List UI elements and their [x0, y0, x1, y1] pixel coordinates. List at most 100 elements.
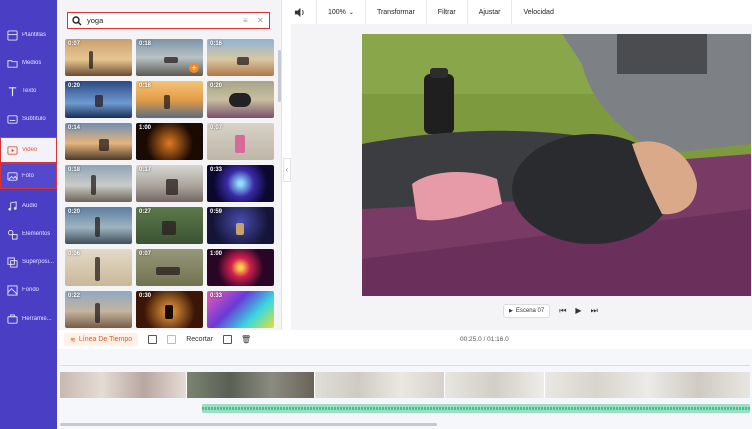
video-thumbnail[interactable]: 0:27 — [136, 207, 203, 244]
music-icon — [6, 200, 18, 212]
template-icon — [6, 29, 18, 41]
video-thumbnail[interactable]: 0:16 — [207, 39, 274, 76]
adjust-button[interactable]: Ajustar — [468, 0, 513, 24]
close-icon[interactable]: ✕ — [257, 16, 265, 25]
player-controls: ▶ Escena 07 ⏮ ▶ ⏭ — [503, 303, 625, 318]
crop-button[interactable]: Recortar — [186, 336, 213, 343]
panel-scrollbar[interactable] — [278, 50, 281, 102]
video-thumbnail[interactable]: 0:16 — [136, 81, 203, 118]
photo-icon — [6, 170, 18, 182]
sidebar-item-audio[interactable]: Audio — [0, 193, 57, 219]
subtitle-icon — [6, 113, 18, 125]
duration-label: 0:20 — [68, 83, 81, 89]
duration-label: 0:07 — [68, 41, 81, 47]
transform-button[interactable]: Transformar — [366, 0, 427, 24]
sidebar-item-elements[interactable]: Elementos — [0, 221, 57, 247]
sidebar-item-photo[interactable]: Foto — [0, 163, 57, 189]
video-thumbnail[interactable]: 0:06 — [65, 249, 132, 286]
video-thumbnail[interactable]: 0:17 — [136, 165, 203, 202]
trash-icon[interactable]: 🗑 — [241, 335, 251, 344]
duration-label: 0:27 — [139, 209, 152, 215]
video-track[interactable] — [60, 372, 750, 398]
video-thumbnail[interactable]: 0:59 — [207, 207, 274, 244]
duration-label: 0:07 — [139, 251, 152, 257]
timeline-toolbar: ≋ Línea De Tiempo Recortar 🗑 00:25.0 / 01… — [57, 330, 752, 349]
search-input[interactable]: yoga — [87, 16, 237, 25]
sidebar-item-label: Foto — [22, 173, 35, 179]
previous-icon[interactable]: ⏮ — [559, 306, 566, 316]
sidebar-item-video[interactable]: Video — [0, 137, 57, 163]
split-icon[interactable] — [167, 335, 177, 344]
timeline-scrollbar[interactable] — [60, 423, 437, 426]
sidebar-item-label: Plantillas — [22, 32, 47, 38]
video-preview[interactable] — [362, 34, 751, 296]
sidebar-item-background[interactable]: Fondo — [0, 277, 57, 303]
video-thumbnail[interactable]: 0:07 — [65, 39, 132, 76]
video-thumbnail[interactable]: 0:14 — [65, 123, 132, 160]
video-thumbnail[interactable]: 0:33 — [207, 291, 274, 328]
scene-button[interactable]: ▶ Escena 07 — [503, 303, 551, 318]
search-box[interactable]: yoga ≡ ✕ — [67, 12, 270, 29]
duration-label: 0:18 — [68, 167, 81, 173]
time-display: 00:25.0 / 01:16.0 — [460, 336, 509, 343]
preview-frame — [362, 34, 751, 296]
video-thumbnail[interactable]: 0:33 — [207, 165, 274, 202]
timeline-tab-label: Línea De Tiempo — [78, 336, 133, 343]
duration-label: 0:16 — [139, 83, 152, 89]
video-thumbnail[interactable]: 1:00 — [207, 249, 274, 286]
duplicate-icon[interactable] — [223, 335, 233, 344]
next-icon[interactable]: ⏭ — [591, 306, 598, 316]
speed-button[interactable]: Velocidad — [512, 0, 564, 24]
video-thumbnail[interactable]: 0:07 — [136, 249, 203, 286]
sidebar-item-text[interactable]: Texto — [0, 78, 57, 104]
tab-timeline[interactable]: ≋ Línea De Tiempo — [64, 333, 139, 346]
bolt-icon: ≋ — [70, 336, 76, 344]
video-clip[interactable] — [445, 372, 545, 398]
duration-label: 0:17 — [139, 167, 152, 173]
add-icon[interactable]: + — [189, 63, 199, 73]
video-thumbnail[interactable]: 0:20 — [207, 81, 274, 118]
video-clip[interactable] — [315, 372, 445, 398]
video-thumbnail[interactable]: 0:20 — [65, 81, 132, 118]
sidebar-item-label: Subtítulo — [22, 116, 46, 122]
zoom-value: 100% — [328, 8, 346, 16]
sidebar-item-subtitle[interactable]: Subtítulo — [0, 106, 57, 132]
sidebar-item-tools[interactable]: Herramie... — [0, 306, 57, 332]
editor-toolbar: 100% ⌄ Transformar Filtrar Ajustar Veloci… — [283, 0, 752, 24]
video-thumbnail[interactable]: 0:20 — [65, 207, 132, 244]
speaker-icon — [294, 7, 304, 17]
sidebar-item-overlay[interactable]: Superposi... — [0, 249, 57, 275]
adjust-label: Ajustar — [478, 8, 501, 16]
add-track-icon[interactable] — [148, 335, 158, 344]
video-clip[interactable] — [60, 372, 187, 398]
audio-track[interactable] — [202, 404, 750, 413]
video-thumbnail[interactable]: 0:30 — [136, 291, 203, 328]
sidebar-item-label: Superposi... — [22, 259, 55, 265]
filter-label: Filtrar — [437, 8, 456, 16]
search-icon — [72, 15, 82, 25]
video-thumbnail[interactable]: 0:07 — [207, 123, 274, 160]
sidebar-item-templates[interactable]: Plantillas — [0, 22, 57, 48]
video-thumbnail[interactable]: 0:22 — [65, 291, 132, 328]
video-thumbnail[interactable]: 0:18 — [65, 165, 132, 202]
sidebar-item-label: Elementos — [22, 231, 51, 237]
zoom-select[interactable]: 100% ⌄ — [317, 0, 366, 24]
play-icon[interactable]: ▶ — [575, 306, 581, 315]
folder-icon — [6, 57, 18, 69]
video-thumbnail[interactable]: 1:00 — [136, 123, 203, 160]
video-clip[interactable] — [545, 372, 750, 398]
filter-icon[interactable]: ≡ — [243, 16, 251, 25]
play-small-icon: ▶ — [509, 307, 513, 314]
video-clip[interactable] — [187, 372, 315, 398]
sidebar-item-media[interactable]: Medios — [0, 50, 57, 76]
video-thumbnail[interactable]: 0:18 + — [136, 39, 203, 76]
volume-button[interactable] — [283, 0, 317, 24]
speed-label: Velocidad — [523, 8, 554, 16]
duration-label: 0:30 — [139, 293, 152, 299]
duration-label: 1:00 — [210, 251, 223, 257]
collapse-panel-button[interactable]: ‹ — [283, 158, 291, 182]
media-panel: yoga ≡ ✕ 0:07 0:18 + 0:16 0:20 0:16 0:20 … — [57, 0, 282, 330]
sidebar-item-label: Herramie... — [22, 316, 52, 322]
filter-button[interactable]: Filtrar — [427, 0, 468, 24]
sidebar-item-label: Fondo — [22, 287, 40, 293]
